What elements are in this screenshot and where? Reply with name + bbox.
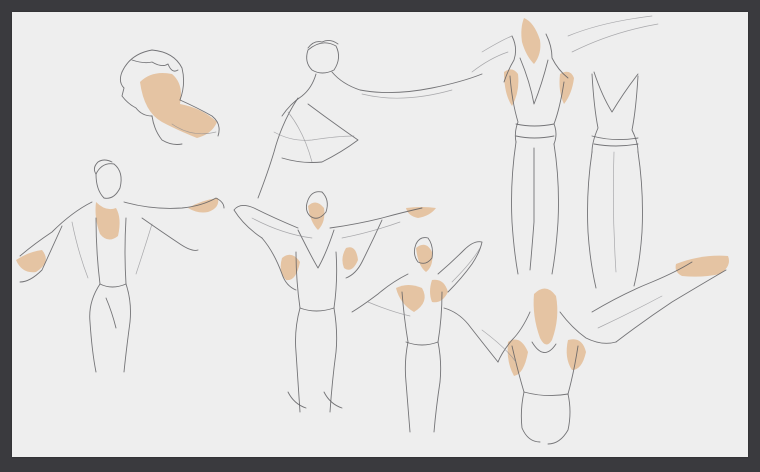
sketch-paper — [12, 12, 748, 457]
lower-center-dancer-study — [351, 237, 483, 433]
wreath-dancer-study — [257, 39, 483, 199]
lower-right-dramatic-sleeves-study — [443, 255, 729, 445]
left-arms-outstretched-study — [16, 159, 225, 373]
head-profile-study — [119, 49, 220, 145]
costume-sketch-drawing — [16, 15, 729, 445]
image-frame — [0, 0, 760, 472]
back-view-bodice-study — [587, 71, 643, 289]
